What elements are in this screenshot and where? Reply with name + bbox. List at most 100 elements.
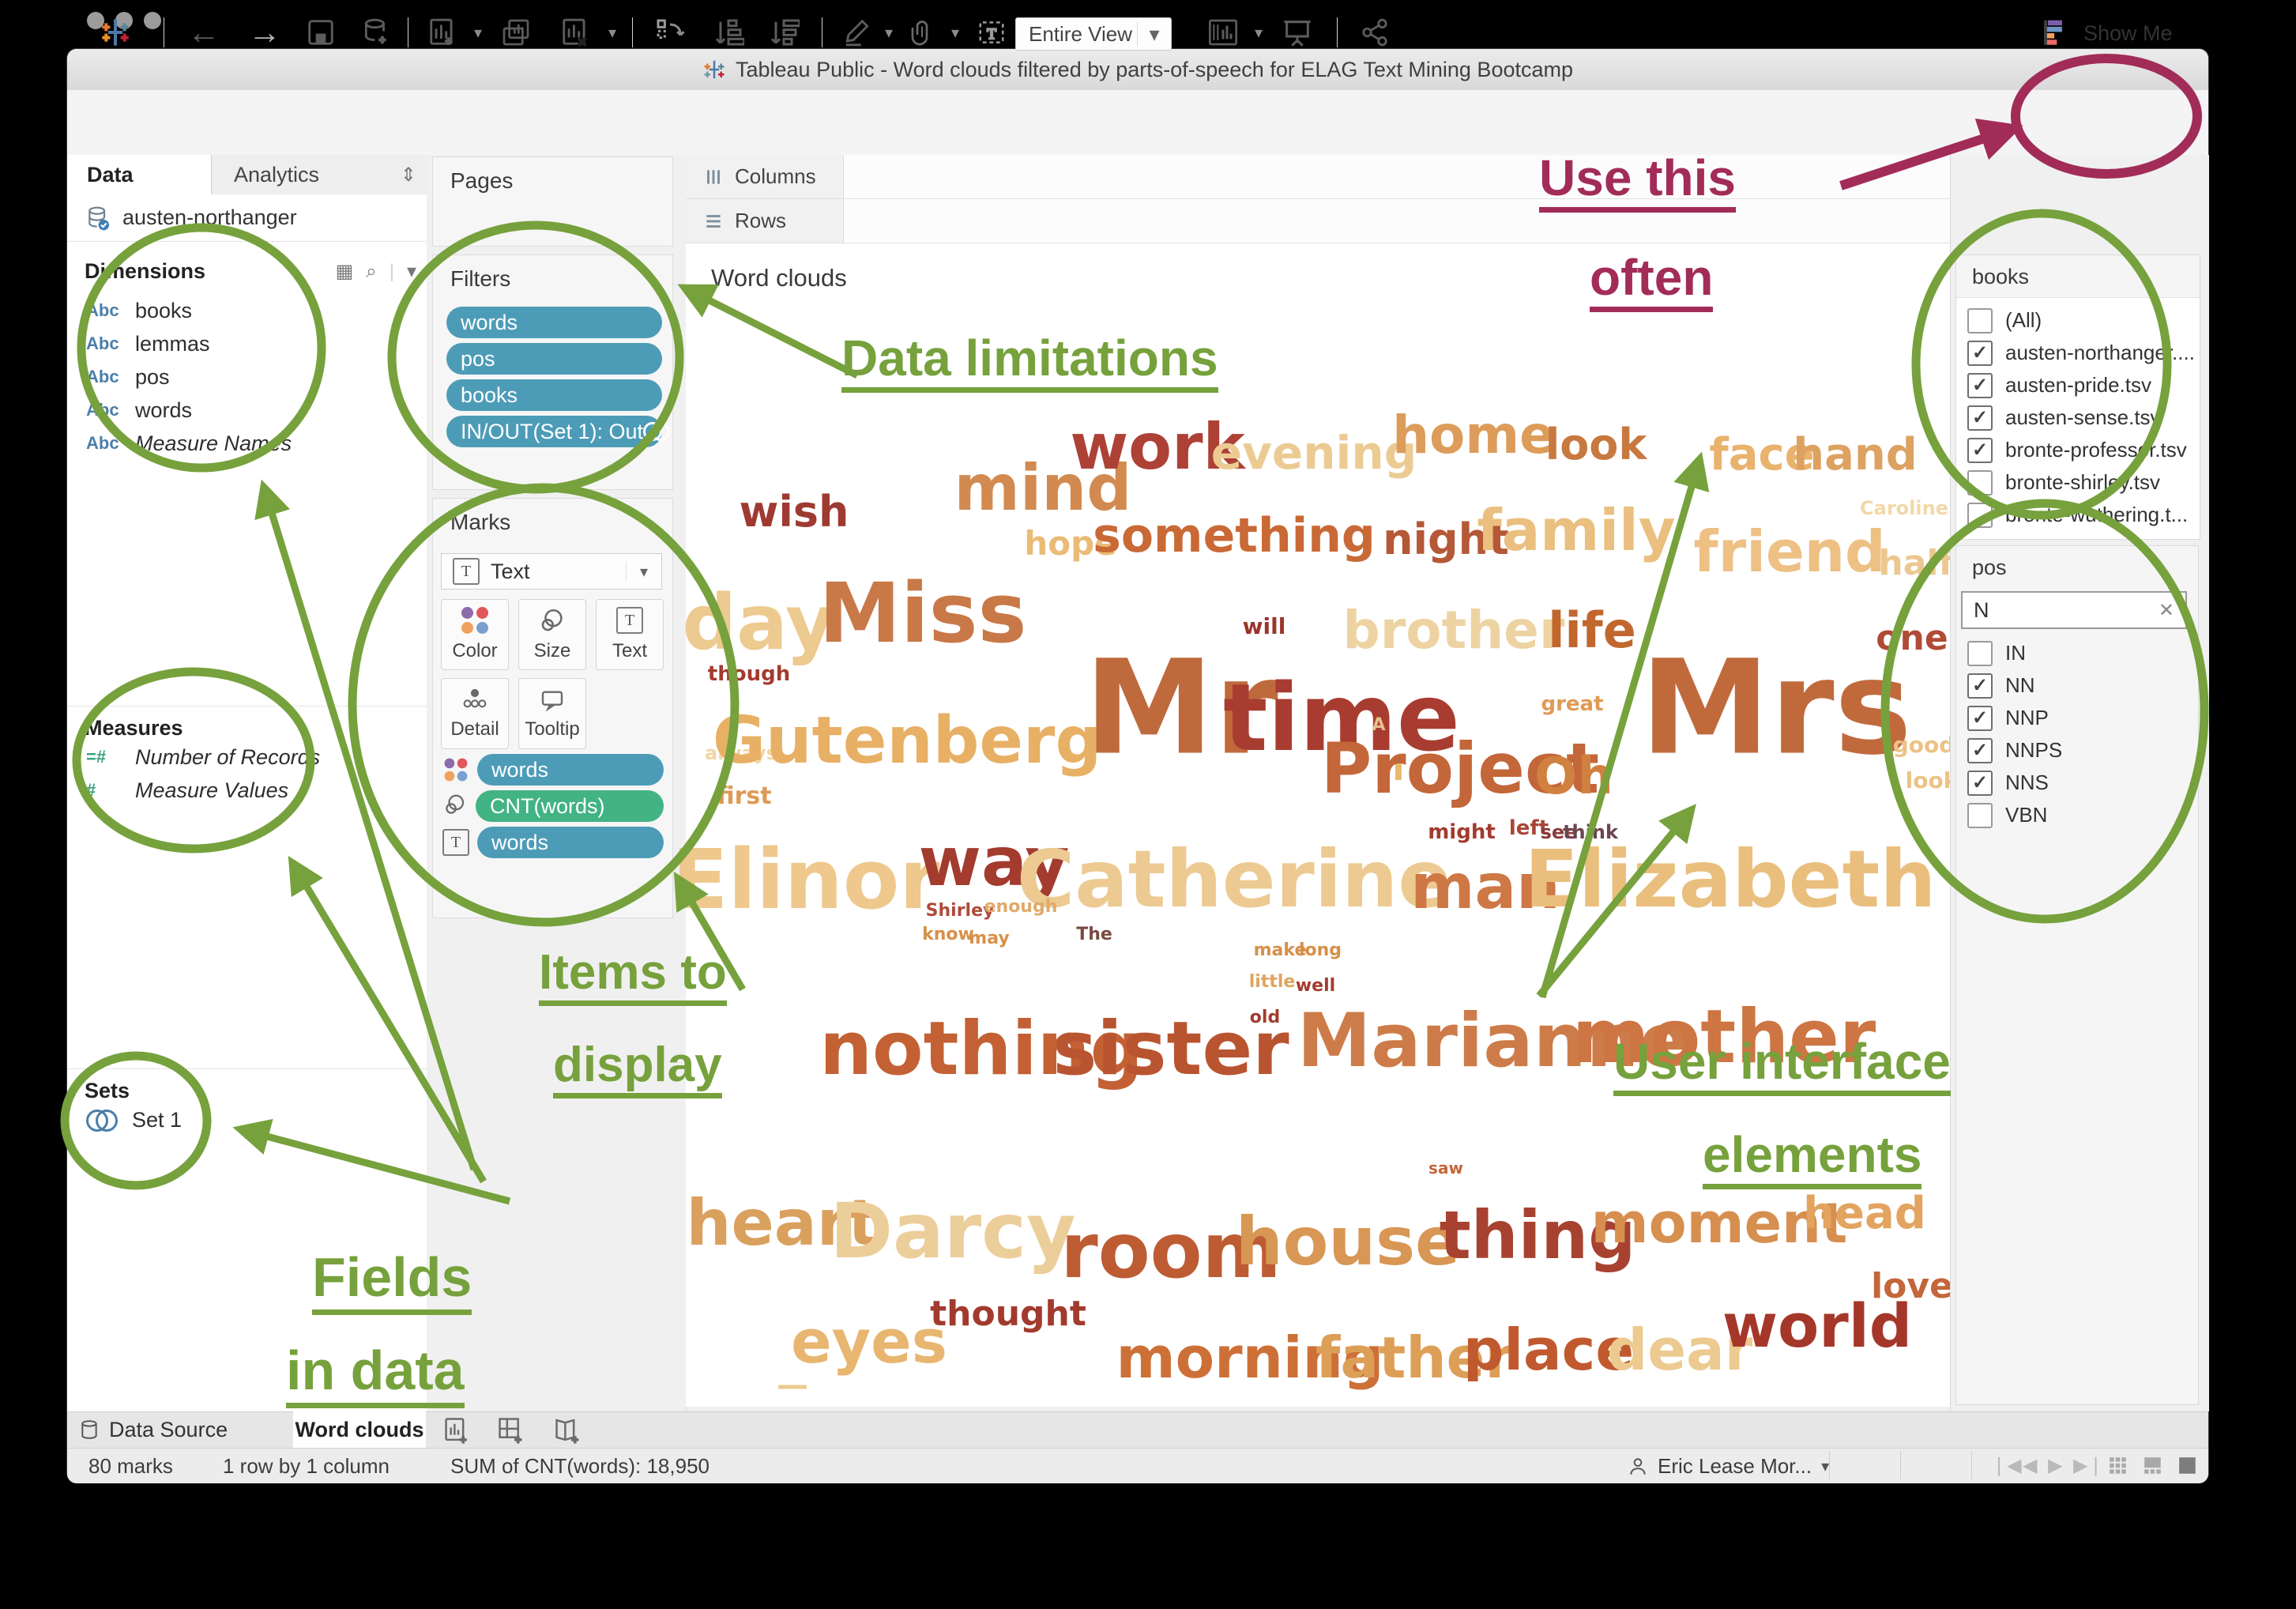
tab-data[interactable]: Data	[67, 155, 231, 194]
word-mark[interactable]: life	[1548, 606, 1636, 655]
word-mark[interactable]: long	[1299, 942, 1342, 959]
mark-pill[interactable]: words	[477, 754, 664, 786]
checkbox[interactable]: ✓	[1967, 405, 1993, 431]
word-mark[interactable]: The	[1076, 926, 1112, 944]
new-dashboard-tab-button[interactable]	[496, 1418, 531, 1443]
sort-ascending-button[interactable]	[705, 14, 752, 51]
user-menu[interactable]: Eric Lease Mor... ▾	[1628, 1454, 1829, 1479]
pos-search-input[interactable]: N ✕	[1961, 591, 2187, 629]
clear-sheet-caret[interactable]: ▾	[602, 14, 623, 51]
word-mark[interactable]: house	[1236, 1208, 1460, 1275]
word-mark[interactable]: though	[708, 664, 790, 684]
word-mark[interactable]: wish	[740, 491, 849, 533]
show-hide-cards-button[interactable]	[1201, 14, 1245, 51]
save-button[interactable]	[299, 14, 343, 51]
new-story-tab-button[interactable]	[553, 1418, 588, 1443]
word-mark[interactable]: Gutenberg	[713, 709, 1101, 774]
view-filmstrip-icon[interactable]	[2143, 1456, 2163, 1476]
books-filter-card[interactable]: books (All)✓austen-northanger....✓austen…	[1955, 254, 2200, 540]
pos-filter-option[interactable]: IN	[1967, 637, 2198, 669]
checkbox[interactable]: ✓	[1967, 706, 1993, 731]
dimension-item[interactable]: Abcbooks	[67, 294, 427, 327]
dimension-item[interactable]: Abcwords	[67, 394, 427, 427]
word-mark[interactable]: Catherine	[1017, 840, 1451, 919]
checkbox[interactable]: ✓	[1967, 738, 1993, 763]
word-mark[interactable]: family	[1477, 502, 1675, 559]
tab-data-source[interactable]: Data Source	[79, 1411, 228, 1448]
group-members-caret[interactable]: ▾	[945, 14, 965, 51]
pager-first[interactable]: ❘◀	[1991, 1454, 2022, 1477]
undo-button[interactable]: ←	[180, 14, 228, 51]
zoom-window-button[interactable]	[144, 12, 161, 29]
rows-shelf[interactable]: Rows	[686, 199, 1950, 243]
highlight-caret[interactable]: ▾	[879, 14, 899, 51]
word-mark[interactable]: day	[682, 585, 834, 661]
books-filter-option[interactable]: bronte-shirley.tsv	[1967, 466, 2200, 499]
show-hide-cards-caret[interactable]: ▾	[1248, 14, 1269, 51]
word-mark[interactable]: home	[1392, 409, 1555, 462]
pager-last[interactable]: ▶❘	[2073, 1454, 2104, 1477]
detail-button[interactable]: Detail	[441, 678, 509, 749]
word-mark[interactable]: may	[969, 930, 1009, 948]
pager-prev[interactable]: ◀	[2023, 1454, 2037, 1477]
word-mark[interactable]: friend	[1693, 523, 1885, 580]
word-mark[interactable]: evening	[1211, 430, 1417, 476]
mark-type-dropdown[interactable]: T Text ▾	[441, 553, 662, 590]
word-mark[interactable]: Caroline	[1860, 499, 1948, 518]
group-members-button[interactable]	[901, 14, 943, 51]
tab-word-clouds-active[interactable]: Word clouds	[293, 1411, 426, 1448]
mark-pill[interactable]: words	[477, 827, 664, 858]
presentation-mode-button[interactable]	[1275, 14, 1319, 51]
checkbox[interactable]	[1967, 470, 1993, 496]
word-mark[interactable]: Darcy	[830, 1193, 1075, 1269]
word-mark[interactable]: Elinor	[672, 838, 939, 921]
word-mark[interactable]: Mrs	[1640, 643, 1912, 774]
pos-filter-option[interactable]: ✓NNPS	[1967, 734, 2198, 767]
clear-sheet-button[interactable]	[553, 14, 597, 51]
word-mark[interactable]: great	[1541, 694, 1603, 714]
view-as-list-icon[interactable]: ▦	[336, 260, 354, 283]
view-single-icon[interactable]	[2177, 1456, 2198, 1476]
dimension-item[interactable]: AbcMeasure Names	[67, 427, 427, 460]
new-worksheet-caret[interactable]: ▾	[468, 14, 488, 51]
swap-rows-columns-button[interactable]	[646, 14, 694, 51]
sort-descending-button[interactable]	[760, 14, 807, 51]
mark-pill[interactable]: CNT(words)	[476, 790, 664, 822]
share-button[interactable]	[1353, 14, 1397, 51]
books-filter-option[interactable]: ✓austen-sense.tsv	[1967, 401, 2200, 434]
set-item[interactable]: Set 1	[67, 1103, 427, 1136]
pager-next[interactable]: ▶	[2048, 1454, 2062, 1477]
pages-shelf[interactable]: Pages	[432, 156, 673, 247]
tooltip-button[interactable]: Tooltip	[518, 678, 586, 749]
text-button[interactable]: T Text	[596, 599, 664, 670]
measure-item[interactable]: =#Number of Records	[67, 740, 427, 774]
books-filter-option[interactable]: bronte-wuthering.t...	[1967, 499, 2200, 531]
word-mark[interactable]: half	[1878, 546, 1953, 581]
checkbox[interactable]	[1967, 503, 1993, 528]
word-mark[interactable]: know	[922, 926, 974, 944]
columns-shelf[interactable]: Columns	[686, 155, 1950, 199]
checkbox[interactable]: ✓	[1967, 771, 1993, 796]
word-mark[interactable]: saw	[1428, 1160, 1463, 1176]
checkbox[interactable]	[1967, 803, 1993, 828]
checkbox[interactable]: ✓	[1967, 373, 1993, 398]
pane-sort-icon[interactable]: ⇕	[401, 164, 427, 187]
checkbox[interactable]	[1967, 308, 1993, 333]
worksheet-canvas[interactable]: Word clouds wishmindworkeveninghomelookf…	[686, 243, 1951, 1407]
measure-item[interactable]: #Measure Values	[67, 774, 427, 807]
checkbox[interactable]: ✓	[1967, 438, 1993, 463]
books-filter-option[interactable]: ✓bronte-professor.tsv	[1967, 434, 2200, 466]
word-mark[interactable]: hand	[1793, 433, 1918, 477]
show-me-button[interactable]: Show Me	[2042, 16, 2192, 51]
books-filter-option[interactable]: ✓austen-northanger....	[1967, 337, 2200, 369]
tableau-logo-button[interactable]	[95, 14, 136, 51]
pos-filter-option[interactable]: ✓NN	[1967, 669, 2198, 702]
word-mark[interactable]: look	[1545, 424, 1647, 466]
pos-filter-option[interactable]: ✓NNP	[1967, 702, 2198, 734]
dimension-item[interactable]: Abclemmas	[67, 327, 427, 360]
word-mark[interactable]: enough	[984, 899, 1058, 916]
redo-button[interactable]: →	[241, 14, 288, 51]
word-mark[interactable]: Elizabeth	[1525, 840, 1937, 919]
word-mark[interactable]: first	[717, 785, 771, 808]
new-data-source-button[interactable]	[354, 14, 398, 51]
